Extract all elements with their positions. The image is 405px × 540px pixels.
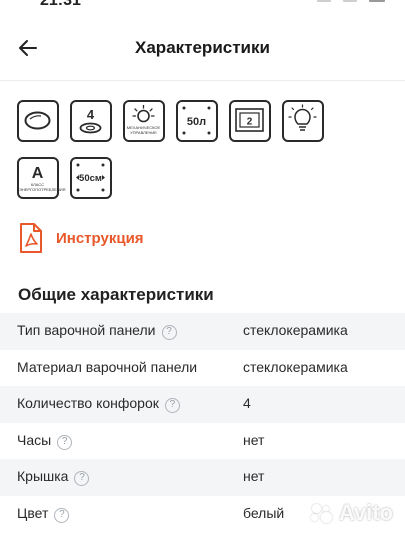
spec-value: стеклокерамика [243,358,348,375]
spec-label: Количество конфорок? [17,395,180,413]
spec-row-clock: Часы? нет [0,423,405,460]
avito-watermark: Avito [310,500,393,526]
status-icons [317,0,385,2]
four-burners-icon: 4 [70,100,112,142]
spec-row-lid: Крышка? нет [0,459,405,496]
spec-value: нет [243,468,265,484]
spec-value: стеклокерамика [243,322,348,338]
help-icon[interactable]: ? [54,507,70,523]
spec-row-hob-type: Тип варочной панели? стеклокерамика [0,313,405,350]
wifi-icon [343,0,357,2]
pdf-icon [20,223,42,253]
spec-value: нет [243,431,265,448]
status-time: 21:31 [40,0,81,9]
hob-surface-icon [17,100,59,142]
energy-class-text: A [32,165,44,182]
spec-value: белый [243,504,285,521]
spec-label: Тип варочной панели? [17,322,177,340]
spec-row-burners: Количество конфорок? 4 [0,386,405,423]
mechanical-control-caption: МЕХАНИЧЕСКОЕ УПРАВЛЕНИЕ [126,125,161,135]
oven-volume-icon: 50л [176,100,218,142]
instruction-label: Инструкция [56,229,144,247]
two-glass-door-text: 2 [247,117,253,128]
two-glass-door-icon: 2 [229,100,271,142]
spec-row-hob-material: Материал варочной панели стеклокерамика [0,350,405,387]
oven-volume-text: 50л [187,116,206,128]
help-icon[interactable]: ? [57,434,73,450]
energy-class-caption: КЛАСС ЭНЕРГОПОТРЕБЛЕНИЯ [19,182,66,192]
width-text: 50см [79,173,102,184]
status-bar: 21:31 [0,0,405,9]
spec-label: Цвет? [17,505,70,523]
feature-icons-row: 4 МЕХАНИЧЕСКОЕ УПРАВЛЕНИЕ 50л 2 [17,100,324,142]
battery-icon [369,0,385,2]
signal-icon [317,0,331,2]
spec-label: Материал варочной панели [17,358,198,375]
section-title: Общие характеристики [18,285,214,304]
feature-icons-row-2: A КЛАСС ЭНЕРГОПОТРЕБЛЕНИЯ 50см [17,157,112,199]
lamp-icon [282,100,324,142]
page-title: Характеристики [135,38,270,57]
help-icon[interactable]: ? [74,471,90,486]
instruction-link[interactable]: Инструкция [18,222,144,254]
watermark-text: Avito [338,500,393,525]
energy-class-icon: A КЛАСС ЭНЕРГОПОТРЕБЛЕНИЯ [17,157,66,199]
help-icon[interactable]: ? [161,325,177,340]
spec-label: Крышка? [17,468,90,486]
header: Характеристики [0,24,405,74]
four-burners-text: 4 [87,107,95,122]
header-divider [0,80,405,81]
spec-value: 4 [243,395,251,411]
help-icon[interactable]: ? [164,398,180,413]
spec-label: Часы? [17,432,73,450]
avito-logo-icon [310,503,336,523]
mechanical-control-icon: МЕХАНИЧЕСКОЕ УПРАВЛЕНИЕ [123,100,165,142]
width-icon: 50см [70,157,112,199]
